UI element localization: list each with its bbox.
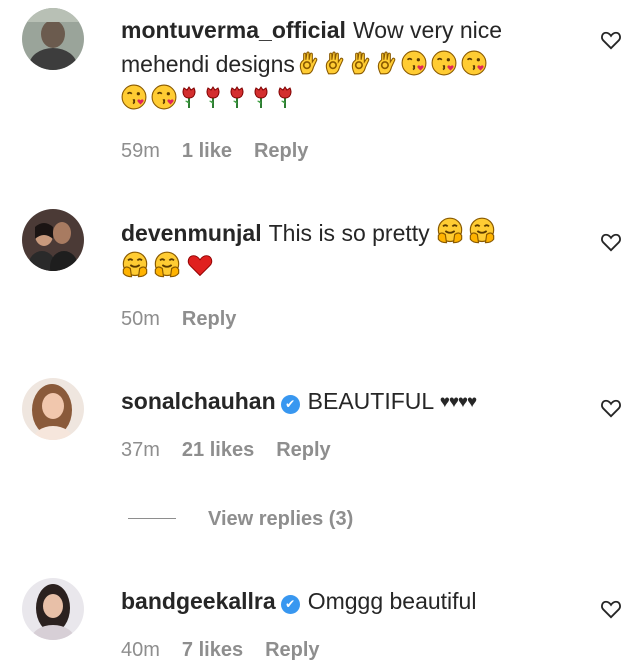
comment-meta: 40m 7 likes Reply <box>121 639 342 662</box>
comment-meta: 59m 1 like Reply <box>121 140 330 163</box>
rose-emoji <box>177 84 201 110</box>
username[interactable]: bandgeekallra <box>121 588 276 614</box>
likes-count[interactable]: 7 likes <box>182 639 243 661</box>
timestamp: 37m <box>121 439 160 461</box>
heart-outline-icon[interactable] <box>600 232 622 252</box>
reply-button[interactable]: Reply <box>182 308 236 330</box>
avatar[interactable] <box>22 209 84 271</box>
view-replies-label[interactable]: View replies (3) <box>208 508 353 530</box>
hug-emoji <box>436 217 464 245</box>
heart-outline-icon[interactable] <box>600 599 622 619</box>
reply-button[interactable]: Reply <box>265 639 319 661</box>
timestamp: 59m <box>121 140 160 162</box>
timestamp: 50m <box>121 308 160 330</box>
comment-text: montuverma_official Wow very nice mehendi… <box>121 13 581 115</box>
comment-text: sonalchauhan ✔ BEAUTIFUL ♥♥♥♥ <box>121 384 581 419</box>
username[interactable]: sonalchauhan <box>121 388 276 414</box>
comment-message: Omggg beautiful <box>307 588 477 614</box>
kiss-emoji <box>121 84 147 110</box>
reply-button[interactable]: Reply <box>276 439 330 461</box>
kiss-emoji <box>401 50 427 76</box>
comment-meta: 50m Reply <box>121 308 258 331</box>
ok-hand-emoji <box>347 50 373 76</box>
black-heart-emoji: ♥♥♥♥ <box>439 392 477 411</box>
reply-button[interactable]: Reply <box>254 140 308 162</box>
rose-emoji <box>225 84 249 110</box>
red-heart-emoji <box>185 251 215 279</box>
avatar[interactable] <box>22 378 84 440</box>
comment-text: bandgeekallra ✔ Omggg beautiful <box>121 584 581 618</box>
kiss-emoji <box>461 50 487 76</box>
ok-hand-emoji <box>295 50 321 76</box>
comment-message: This is so pretty <box>268 220 430 246</box>
avatar[interactable] <box>22 8 84 70</box>
verified-badge-icon: ✔ <box>280 595 300 614</box>
comment-message: BEAUTIFUL <box>307 388 434 414</box>
heart-outline-icon[interactable] <box>600 398 622 418</box>
rose-emoji <box>273 84 297 110</box>
heart-outline-icon[interactable] <box>600 30 622 50</box>
hug-emoji <box>153 251 181 279</box>
kiss-emoji <box>431 50 457 76</box>
hug-emoji <box>121 251 149 279</box>
ok-hand-emoji <box>373 50 399 76</box>
divider-line <box>128 518 176 519</box>
rose-emoji <box>249 84 273 110</box>
comment-text: devenmunjal This is so pretty <box>121 216 581 284</box>
ok-hand-emoji <box>321 50 347 76</box>
kiss-emoji <box>151 84 177 110</box>
avatar[interactable] <box>22 578 84 640</box>
rose-emoji <box>201 84 225 110</box>
likes-count[interactable]: 21 likes <box>182 439 254 461</box>
comment-meta: 37m 21 likes Reply <box>121 439 353 462</box>
username[interactable]: montuverma_official <box>121 17 346 43</box>
likes-count[interactable]: 1 like <box>182 140 232 162</box>
username[interactable]: devenmunjal <box>121 220 262 246</box>
timestamp: 40m <box>121 639 160 661</box>
view-replies-button[interactable]: View replies (3) <box>128 508 353 531</box>
verified-badge-icon: ✔ <box>280 395 300 414</box>
hug-emoji <box>468 217 496 245</box>
